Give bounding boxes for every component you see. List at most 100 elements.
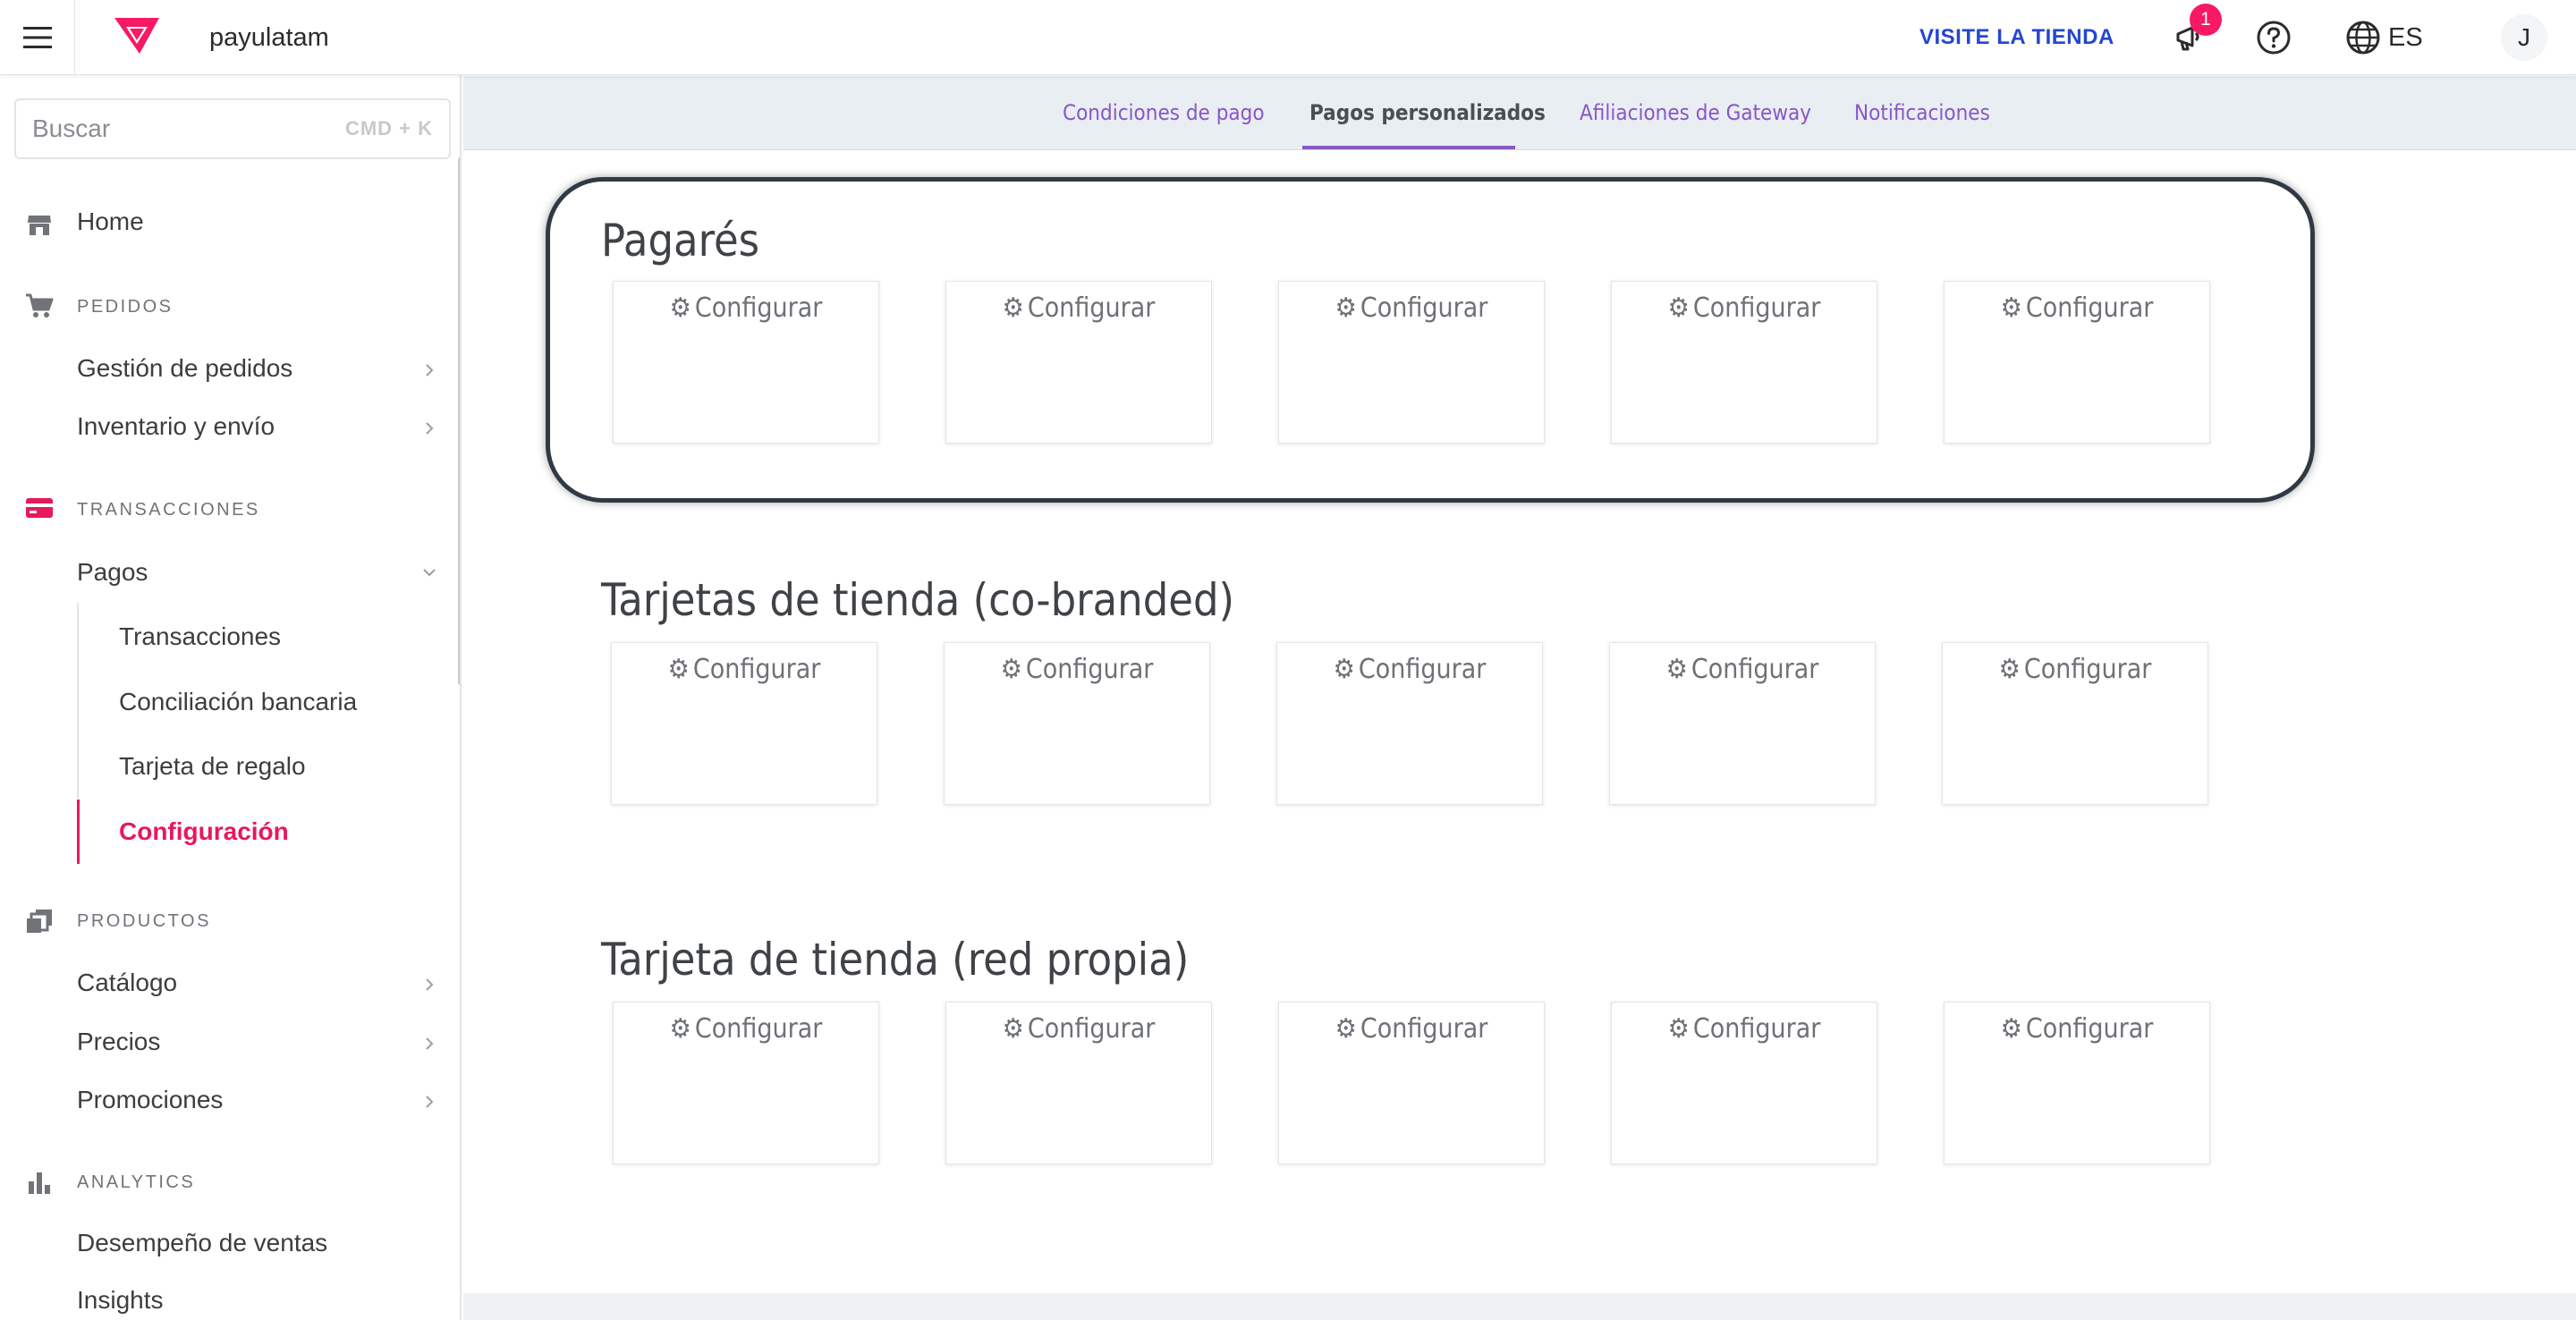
configure-button[interactable]: ⚙ Configurar bbox=[612, 654, 877, 685]
configure-button[interactable]: ⚙ Configurar bbox=[946, 1013, 1211, 1045]
configure-button[interactable]: ⚙ Configurar bbox=[946, 292, 1211, 324]
gear-icon: ⚙ bbox=[1002, 292, 1024, 324]
gear-icon: ⚙ bbox=[1665, 654, 1688, 685]
sidebar-scrollbar[interactable] bbox=[458, 157, 460, 685]
section-analytics: ANALYTICS bbox=[77, 1172, 196, 1192]
user-avatar[interactable]: J bbox=[2501, 14, 2547, 61]
config-card[interactable]: ⚙ Configurar bbox=[1611, 1002, 1877, 1164]
chevron-right-icon bbox=[426, 1096, 434, 1108]
tabs-bar: Condiciones de pago Pagos personalizados… bbox=[463, 76, 2576, 150]
sidebar-item-tarjeta-regalo[interactable]: Tarjeta de regalo bbox=[119, 752, 306, 781]
config-card[interactable]: ⚙ Configurar bbox=[1278, 281, 1545, 444]
store-icon bbox=[23, 209, 55, 241]
config-card[interactable]: ⚙ Configurar bbox=[1611, 281, 1877, 444]
help-button[interactable] bbox=[2252, 16, 2295, 59]
gear-icon: ⚙ bbox=[669, 292, 691, 324]
section-transacciones: TRANSACCIONES bbox=[77, 500, 260, 520]
chevron-down-icon bbox=[423, 569, 436, 577]
config-card[interactable]: ⚙ Configurar bbox=[945, 281, 1212, 444]
configure-button[interactable]: ⚙ Configurar bbox=[1612, 1013, 1877, 1045]
config-card[interactable]: ⚙ Configurar bbox=[1278, 1002, 1545, 1164]
config-card[interactable]: ⚙ Configurar bbox=[1944, 281, 2210, 444]
chevron-right-icon bbox=[426, 978, 434, 991]
config-card[interactable]: ⚙ Configurar bbox=[613, 281, 879, 444]
configure-button[interactable]: ⚙ Configurar bbox=[1277, 654, 1542, 685]
sidebar-item-configuracion[interactable]: Configuración bbox=[119, 817, 289, 846]
config-card[interactable]: ⚙ Configurar bbox=[1276, 642, 1543, 805]
sidebar-item-desempeno[interactable]: Desempeño de ventas bbox=[77, 1229, 327, 1257]
configure-button[interactable]: ⚙ Configurar bbox=[1945, 292, 2209, 324]
language-label[interactable]: ES bbox=[2388, 20, 2423, 55]
help-icon bbox=[2257, 21, 2291, 55]
sidebar-item-gestion-pedidos[interactable]: Gestión de pedidos bbox=[77, 354, 292, 383]
cart-icon bbox=[23, 290, 55, 322]
language-button[interactable] bbox=[2342, 16, 2385, 59]
gear-icon: ⚙ bbox=[1667, 1013, 1690, 1045]
menu-button[interactable] bbox=[0, 0, 75, 75]
sidebar-item-inventario-envio[interactable]: Inventario y envío bbox=[77, 412, 275, 441]
section-productos: PRODUCTOS bbox=[77, 911, 211, 931]
hamburger-icon bbox=[22, 27, 52, 48]
configure-button[interactable]: ⚙ Configurar bbox=[945, 654, 1209, 685]
search-input[interactable]: Buscar CMD + K bbox=[14, 98, 451, 159]
vtex-logo-icon[interactable] bbox=[113, 16, 161, 55]
tab-condiciones-pago[interactable]: Condiciones de pago bbox=[1063, 97, 1265, 128]
configure-button[interactable]: ⚙ Configurar bbox=[1612, 292, 1877, 324]
config-card[interactable]: ⚙ Configurar bbox=[611, 642, 877, 805]
config-card[interactable]: ⚙ Configurar bbox=[1942, 642, 2208, 805]
config-card[interactable]: ⚙ Configurar bbox=[1609, 642, 1876, 805]
sidebar-item-conciliacion[interactable]: Conciliación bancaria bbox=[119, 688, 357, 716]
sidebar: Buscar CMD + K Home PEDIDOS Gestión de p… bbox=[0, 75, 462, 1320]
globe-icon bbox=[2346, 21, 2380, 55]
configure-button[interactable]: ⚙ Configurar bbox=[1610, 654, 1875, 685]
active-indicator bbox=[77, 800, 80, 864]
visit-store-link[interactable]: VISITE LA TIENDA bbox=[1919, 21, 2114, 54]
gear-icon: ⚙ bbox=[1667, 292, 1690, 324]
store-name: payulatam bbox=[209, 23, 329, 52]
config-card[interactable]: ⚙ Configurar bbox=[1944, 1002, 2210, 1164]
tab-pagos-personalizados[interactable]: Pagos personalizados bbox=[1309, 97, 1546, 128]
sidebar-item-catalogo[interactable]: Catálogo bbox=[77, 969, 177, 997]
products-icon bbox=[23, 905, 55, 937]
gear-icon: ⚙ bbox=[2000, 292, 2022, 324]
active-tab-underline bbox=[1302, 146, 1515, 149]
section-pedidos: PEDIDOS bbox=[77, 297, 174, 317]
sidebar-item-home[interactable]: Home bbox=[77, 207, 144, 236]
sidebar-item-promociones[interactable]: Promociones bbox=[77, 1086, 223, 1114]
top-bar: payulatam VISITE LA TIENDA 1 ES J bbox=[0, 0, 2576, 75]
section-title-pagares: Pagarés bbox=[601, 215, 760, 267]
gear-icon: ⚙ bbox=[1333, 654, 1355, 685]
chevron-right-icon bbox=[426, 1037, 434, 1050]
tab-notificaciones[interactable]: Notificaciones bbox=[1854, 97, 1990, 128]
section-title-co-branded: Tarjetas de tienda (co-branded) bbox=[601, 574, 1235, 626]
configure-button[interactable]: ⚙ Configurar bbox=[1943, 654, 2207, 685]
sidebar-item-pagos[interactable]: Pagos bbox=[77, 558, 148, 587]
configure-button[interactable]: ⚙ Configurar bbox=[1279, 292, 1544, 324]
configure-button[interactable]: ⚙ Configurar bbox=[1945, 1013, 2209, 1045]
submenu-line bbox=[77, 603, 79, 798]
horizontal-scrollbar[interactable] bbox=[463, 1293, 2576, 1320]
chevron-right-icon bbox=[426, 364, 434, 377]
config-card[interactable]: ⚙ Configurar bbox=[613, 1002, 879, 1164]
gear-icon: ⚙ bbox=[667, 654, 690, 685]
sidebar-item-transacciones[interactable]: Transacciones bbox=[119, 622, 281, 651]
configure-button[interactable]: ⚙ Configurar bbox=[1279, 1013, 1544, 1045]
gear-icon: ⚙ bbox=[1000, 654, 1022, 685]
config-card[interactable]: ⚙ Configurar bbox=[944, 642, 1210, 805]
sidebar-item-precios[interactable]: Precios bbox=[77, 1028, 160, 1056]
configure-button[interactable]: ⚙ Configurar bbox=[614, 292, 878, 324]
gear-icon: ⚙ bbox=[1335, 292, 1357, 324]
search-shortcut: CMD + K bbox=[344, 117, 433, 140]
sidebar-item-insights[interactable]: Insights bbox=[77, 1286, 164, 1315]
gear-icon: ⚙ bbox=[1002, 1013, 1024, 1045]
search-placeholder: Buscar bbox=[32, 114, 111, 142]
gear-icon: ⚙ bbox=[669, 1013, 691, 1045]
configure-button[interactable]: ⚙ Configurar bbox=[614, 1013, 878, 1045]
section-title-red-propia: Tarjeta de tienda (red propia) bbox=[601, 934, 1190, 986]
config-card[interactable]: ⚙ Configurar bbox=[945, 1002, 1212, 1164]
gear-icon: ⚙ bbox=[1998, 654, 2021, 685]
chart-icon bbox=[23, 1166, 55, 1198]
notification-badge: 1 bbox=[2190, 4, 2222, 36]
tab-afiliaciones-gateway[interactable]: Afiliaciones de Gateway bbox=[1580, 97, 1811, 128]
card-icon bbox=[23, 492, 55, 524]
